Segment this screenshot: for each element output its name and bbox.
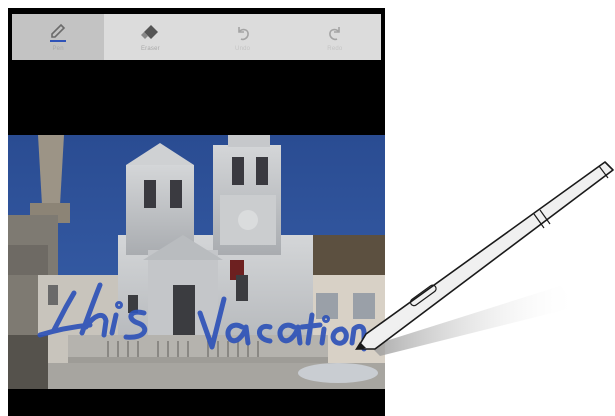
redo-button[interactable]: Redo [289, 14, 381, 60]
pen-tool-button[interactable]: Pen [12, 14, 105, 60]
pen-tool-label: Pen [52, 45, 64, 52]
handwriting-stroke [37, 282, 367, 352]
device-screen: Pen Eraser Undo Redo [8, 8, 385, 416]
photo-canvas[interactable] [8, 135, 385, 389]
canvas-bottom-margin [8, 389, 385, 416]
redo-label: Redo [327, 45, 343, 52]
drawing-toolbar: Pen Eraser Undo Redo [12, 14, 381, 60]
pen-icon [46, 23, 70, 43]
undo-icon [231, 23, 255, 43]
eraser-tool-label: Eraser [140, 45, 160, 52]
stylus-pen-icon [355, 161, 614, 350]
eraser-icon [138, 23, 162, 43]
redo-icon [323, 23, 347, 43]
canvas-top-margin [8, 60, 385, 135]
eraser-tool-button[interactable]: Eraser [104, 14, 196, 60]
undo-label: Undo [235, 45, 251, 52]
undo-button[interactable]: Undo [197, 14, 289, 60]
